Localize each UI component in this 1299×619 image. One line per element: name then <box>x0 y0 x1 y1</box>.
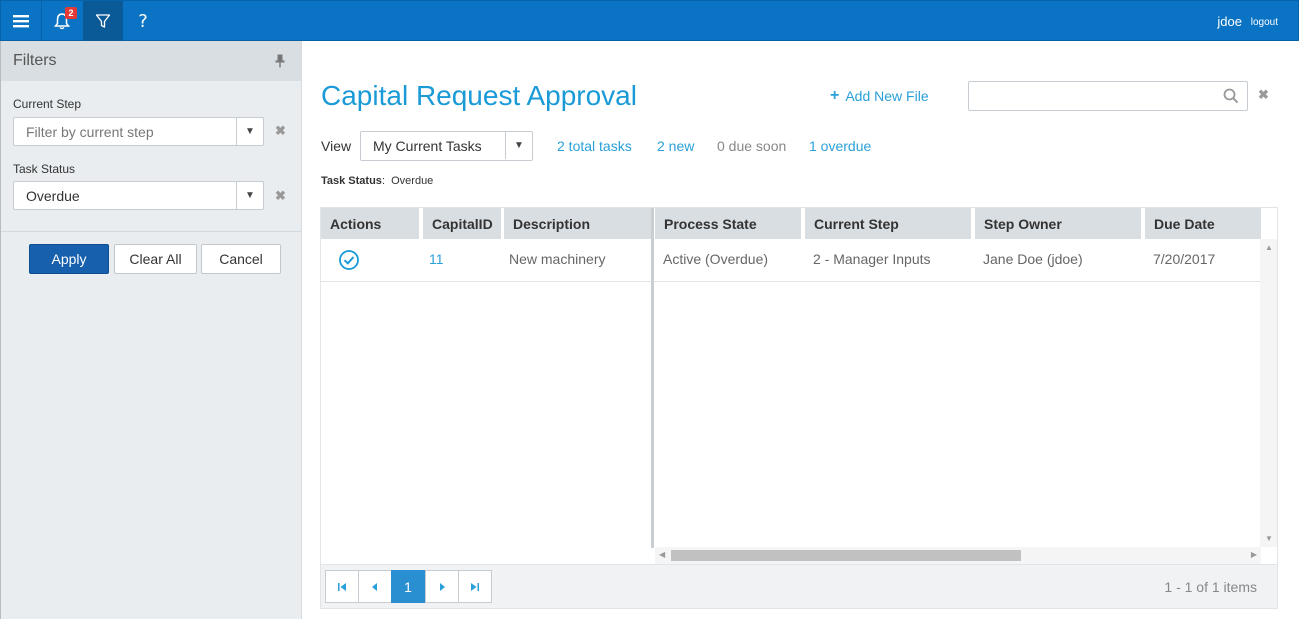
top-bar: 2 ? jdoe logout <box>0 0 1299 41</box>
clear-search-icon[interactable]: ✖ <box>1258 87 1269 103</box>
process-state-cell: Active (Overdue) <box>663 251 769 267</box>
task-status-value: Overdue <box>26 188 80 204</box>
page-title: Capital Request Approval <box>321 80 637 111</box>
current-step-cell: 2 - Manager Inputs <box>813 251 931 267</box>
first-page-icon <box>338 582 346 591</box>
last-page-icon <box>471 582 479 591</box>
apply-button[interactable]: Apply <box>29 244 109 274</box>
scroll-down-icon[interactable]: ▼ <box>1265 534 1273 543</box>
help-button[interactable]: ? <box>123 1 163 41</box>
capital-id-link[interactable]: 11 <box>429 251 444 267</box>
clear-task-status-icon[interactable]: ✖ <box>275 188 286 204</box>
due-date-cell: 7/20/2017 <box>1153 251 1216 267</box>
column-header-actions[interactable]: Actions <box>321 208 419 239</box>
sidebar-divider <box>1 231 301 232</box>
add-new-file-label: Add New File <box>845 88 929 104</box>
task-status-select[interactable]: Overdue ▼ <box>13 181 264 210</box>
clear-current-step-icon[interactable]: ✖ <box>275 123 286 139</box>
filter-toggle-button[interactable] <box>83 1 123 41</box>
search-box <box>968 81 1248 111</box>
logout-link[interactable]: logout <box>1251 17 1278 28</box>
view-value: My Current Tasks <box>373 138 482 154</box>
current-step-select[interactable]: Filter by current step ▼ <box>13 117 264 146</box>
chevron-down-icon[interactable]: ▼ <box>236 118 263 145</box>
current-step-placeholder: Filter by current step <box>26 124 154 140</box>
row-divider <box>321 281 1261 282</box>
previous-page-icon <box>372 582 377 591</box>
filter-summary-label: Task Status <box>321 175 382 187</box>
new-tasks-link[interactable]: 2 new <box>657 138 694 154</box>
page-1-button[interactable]: 1 <box>391 570 425 603</box>
username: jdoe <box>1217 14 1242 29</box>
horizontal-scroll-thumb[interactable] <box>671 550 1021 561</box>
pager: 1 1 - 1 of 1 items <box>321 564 1277 608</box>
add-new-file-button[interactable]: + Add New File <box>830 87 929 105</box>
column-header-description[interactable]: Description <box>504 208 651 239</box>
search-input[interactable] <box>969 82 1209 110</box>
search-icon[interactable] <box>1223 88 1239 104</box>
filters-sidebar: Filters Current Step Filter by current s… <box>0 41 302 619</box>
tasks-grid: Actions CapitalID Description Process St… <box>320 207 1278 609</box>
locked-columns-divider <box>651 208 654 548</box>
column-header-capital-id[interactable]: CapitalID <box>423 208 501 239</box>
help-icon: ? <box>138 10 148 32</box>
scroll-right-icon[interactable]: ▶ <box>1251 550 1257 559</box>
cancel-button[interactable]: Cancel <box>201 244 281 274</box>
due-soon-text: 0 due soon <box>717 138 787 154</box>
column-header-step-owner[interactable]: Step Owner <box>975 208 1141 239</box>
notification-badge: 2 <box>65 7 77 19</box>
sidebar-title: Filters <box>13 52 57 69</box>
clear-all-button[interactable]: Clear All <box>114 244 197 274</box>
column-header-process-state[interactable]: Process State <box>655 208 801 239</box>
chevron-down-icon[interactable]: ▼ <box>236 182 263 209</box>
active-filter-summary: Task Status: Overdue <box>321 175 434 187</box>
step-owner-cell: Jane Doe (jdoe) <box>983 251 1083 267</box>
pin-icon[interactable] <box>275 54 285 68</box>
vertical-scrollbar[interactable]: ▲ ▼ <box>1260 239 1277 547</box>
previous-page-button[interactable] <box>358 570 392 603</box>
complete-task-icon[interactable] <box>338 249 360 271</box>
pager-info: 1 - 1 of 1 items <box>1164 579 1257 595</box>
description-cell: New machinery <box>509 251 606 267</box>
filter-summary-value: Overdue <box>391 175 434 187</box>
scroll-left-icon[interactable]: ◀ <box>659 550 665 559</box>
column-header-current-step[interactable]: Current Step <box>805 208 971 239</box>
sidebar-header: Filters <box>1 41 301 81</box>
view-label: View <box>321 138 352 154</box>
next-page-icon <box>440 582 445 591</box>
current-step-label: Current Step <box>13 97 82 111</box>
task-status-label: Task Status <box>13 162 76 176</box>
plus-icon: + <box>830 87 840 104</box>
view-select[interactable]: My Current Tasks ▼ <box>360 131 533 161</box>
filter-icon <box>95 14 111 28</box>
last-page-button[interactable] <box>458 570 492 603</box>
total-tasks-link[interactable]: 2 total tasks <box>557 138 632 154</box>
chevron-down-icon[interactable]: ▼ <box>505 132 532 159</box>
overdue-tasks-link[interactable]: 1 overdue <box>809 138 871 154</box>
notifications-button[interactable]: 2 <box>42 1 82 41</box>
scroll-up-icon[interactable]: ▲ <box>1265 243 1273 252</box>
menu-icon[interactable] <box>1 1 41 41</box>
first-page-button[interactable] <box>325 570 359 603</box>
next-page-button[interactable] <box>425 570 459 603</box>
column-header-due-date[interactable]: Due Date <box>1145 208 1261 239</box>
horizontal-scrollbar[interactable]: ◀ ▶ <box>655 547 1261 564</box>
